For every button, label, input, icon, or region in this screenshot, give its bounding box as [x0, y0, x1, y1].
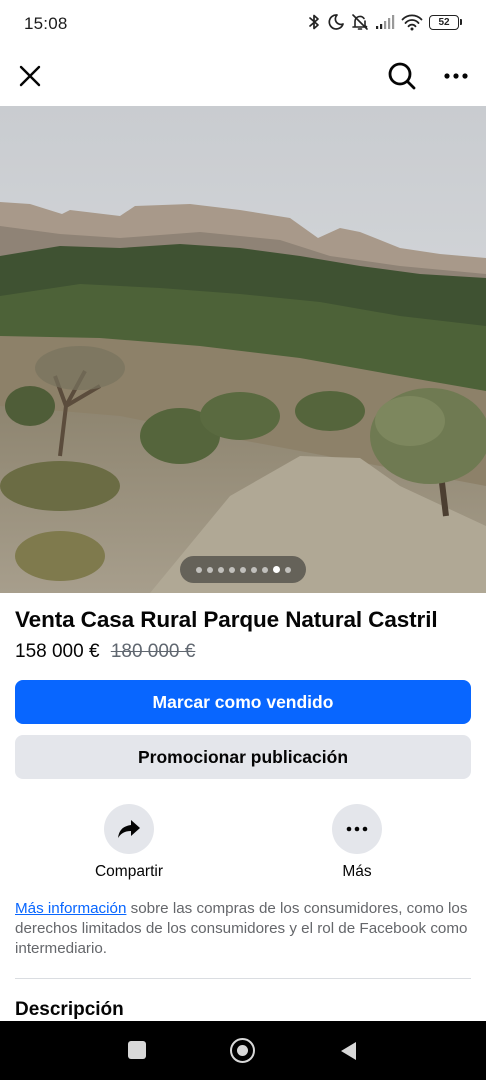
more-horizontal-icon	[346, 826, 368, 832]
back-button[interactable]	[339, 1040, 357, 1062]
more-options-button[interactable]	[438, 60, 474, 92]
share-button[interactable]	[104, 804, 154, 854]
more-label: Más	[342, 863, 372, 880]
pagination-dot[interactable]	[195, 566, 202, 573]
mark-as-sold-button[interactable]: Marcar como vendido	[15, 680, 471, 724]
pagination-dot[interactable]	[206, 566, 213, 573]
status-bar: 15:08 52	[0, 0, 486, 48]
divider	[15, 978, 471, 979]
more-icon	[444, 73, 468, 79]
pagination-dot[interactable]	[284, 566, 291, 573]
share-label: Compartir	[94, 863, 164, 880]
pagination-dot[interactable]	[217, 566, 224, 573]
status-icons: 52	[307, 13, 462, 31]
current-price: 158 000 €	[15, 641, 100, 662]
share-icon	[118, 820, 140, 838]
photo-pagination[interactable]	[180, 556, 306, 583]
share-action[interactable]: Compartir	[69, 804, 189, 881]
close-icon	[19, 65, 41, 87]
original-price: 180 000 €	[110, 641, 196, 662]
search-button[interactable]	[384, 58, 420, 94]
bluetooth-icon	[309, 14, 319, 30]
system-nav-bar	[0, 1021, 486, 1080]
pagination-dot[interactable]	[239, 566, 246, 573]
price-row: 158 000 € 180 000 €	[15, 641, 195, 663]
close-button[interactable]	[14, 60, 46, 92]
more-action[interactable]: Más	[297, 804, 417, 881]
pagination-dot[interactable]	[228, 566, 235, 573]
description-heading: Descripción	[15, 999, 124, 1020]
pagination-dot[interactable]	[261, 566, 268, 573]
listing-photo[interactable]	[0, 106, 486, 593]
wifi-icon	[401, 13, 423, 30]
do-not-disturb-icon	[328, 14, 344, 30]
more-info-link[interactable]: Más información	[15, 900, 126, 917]
bell-off-icon	[352, 14, 368, 30]
landscape-image	[0, 106, 486, 593]
pagination-dot[interactable]	[272, 566, 280, 573]
home-button[interactable]	[230, 1038, 255, 1063]
more-button[interactable]	[332, 804, 382, 854]
promote-listing-button[interactable]: Promocionar publicación	[15, 735, 471, 779]
status-time: 15:08	[24, 14, 68, 33]
app-bar	[0, 48, 486, 106]
search-icon	[388, 62, 416, 90]
pagination-dot[interactable]	[250, 566, 257, 573]
recent-apps-button[interactable]	[128, 1041, 146, 1059]
signal-icon	[376, 15, 395, 29]
battery-level: 52	[429, 14, 459, 30]
listing-title: Venta Casa Rural Parque Natural Castril	[15, 607, 438, 632]
consumer-info-text: Más información sobre las compras de los…	[15, 899, 475, 959]
battery-icon: 52	[429, 14, 462, 30]
